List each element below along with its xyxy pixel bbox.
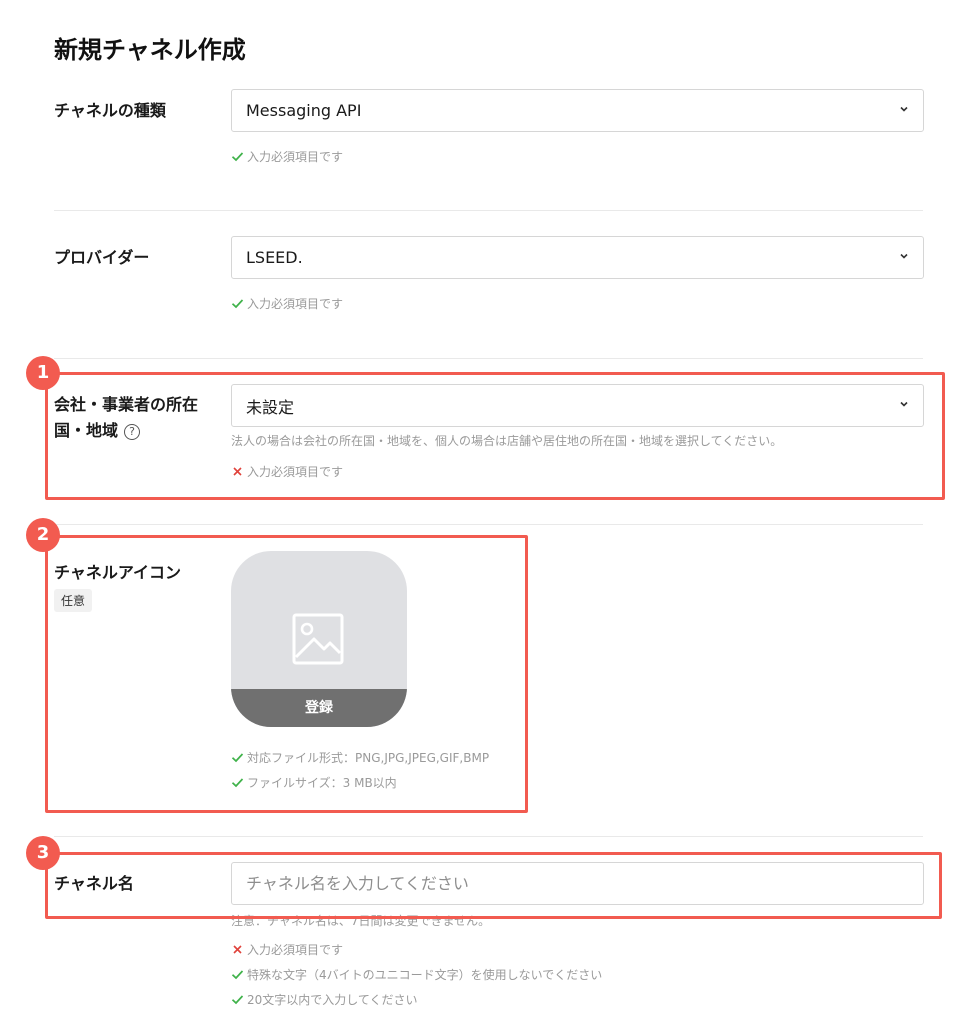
provider-value: LSEED.	[246, 248, 303, 267]
divider	[54, 524, 923, 525]
x-icon	[233, 945, 242, 954]
provider-label: プロバイダー	[54, 248, 150, 267]
check-icon	[231, 995, 244, 1005]
length-hint-text: 20文字以内で入力してください	[247, 993, 418, 1007]
check-icon	[231, 152, 244, 162]
chevron-down-icon	[900, 106, 908, 112]
callout-box-3	[45, 852, 942, 919]
divider	[54, 210, 923, 211]
channel-type-hint: 入力必須項目です	[247, 150, 344, 164]
special-char-hint-text: 特殊な文字（4バイトのユニコード文字）を使用しないでください	[247, 968, 603, 982]
divider	[54, 358, 923, 359]
callout-number-1: 1	[26, 356, 60, 390]
page-title: 新規チャネル作成	[54, 36, 246, 64]
check-icon	[231, 970, 244, 980]
callout-number-2: 2	[26, 518, 60, 552]
callout-box-2	[45, 535, 528, 813]
callout-box-1	[45, 372, 945, 500]
provider-validation: 入力必須項目です	[231, 295, 343, 312]
provider-select[interactable]: LSEED.	[231, 236, 924, 279]
callout-number-3: 3	[26, 836, 60, 870]
channel-name-validation: 入力必須項目です	[231, 941, 343, 958]
chevron-down-icon	[900, 253, 908, 259]
check-icon	[231, 299, 244, 309]
channel-type-validation: 入力必須項目です	[231, 148, 343, 165]
divider	[54, 836, 923, 837]
channel-type-select[interactable]: Messaging API	[231, 89, 924, 132]
channel-name-length-hint: 20文字以内で入力してください	[231, 991, 418, 1008]
channel-name-error: 入力必須項目です	[247, 943, 344, 957]
provider-hint: 入力必須項目です	[247, 297, 344, 311]
channel-name-special-char-hint: 特殊な文字（4バイトのユニコード文字）を使用しないでください	[231, 966, 602, 983]
channel-type-value: Messaging API	[246, 101, 362, 120]
channel-type-label: チャネルの種類	[54, 101, 166, 120]
